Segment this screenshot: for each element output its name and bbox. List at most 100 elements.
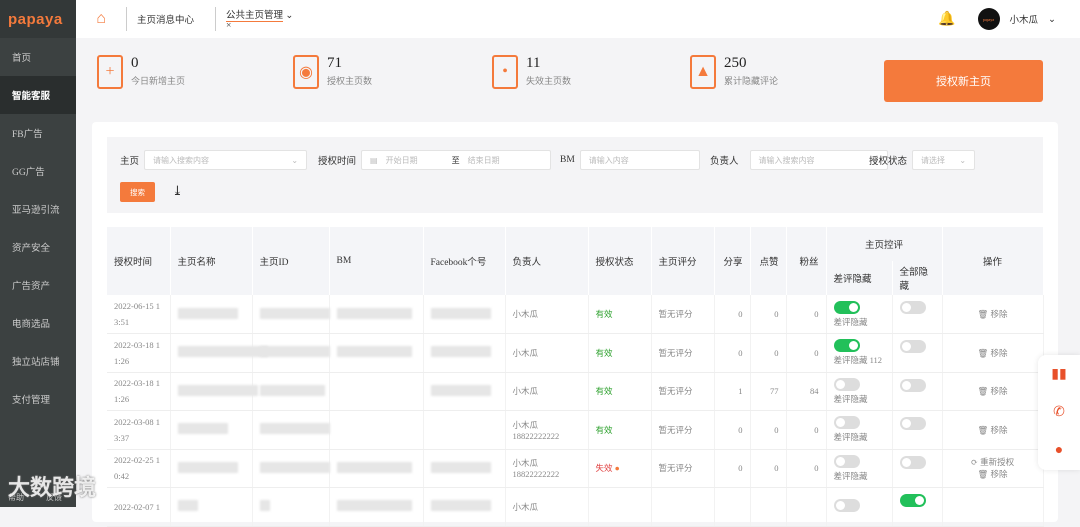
status-select[interactable]: 请选择 ⌄	[912, 150, 976, 170]
col-score: 主页评分	[651, 227, 715, 295]
hide-all-toggle[interactable]	[899, 340, 926, 353]
col-fans: 粉丝	[786, 227, 827, 295]
refresh-icon: ⟳	[970, 457, 978, 468]
remove-button[interactable]: 🗑 移除	[978, 348, 1008, 358]
redacted-value	[430, 384, 491, 396]
like-count: 77	[750, 372, 787, 411]
owner-select[interactable]: 请输入搜索内容 ⌄	[749, 150, 888, 170]
hide-all-toggle[interactable]	[899, 494, 926, 507]
close-icon[interactable]: ×	[226, 21, 231, 31]
redacted-value	[430, 307, 491, 319]
hide-all-toggle[interactable]	[899, 417, 926, 430]
sidebar-item[interactable]: 支付管理	[0, 380, 76, 418]
book-icon[interactable]: ▮▮	[1051, 366, 1066, 383]
remove-button[interactable]: 🗑 移除	[978, 425, 1008, 435]
status-badge: 失效	[595, 463, 613, 474]
toggle-label: 差评隐藏	[833, 470, 868, 481]
date-range-picker[interactable]: ▤ 开始日期至结束日期	[361, 150, 552, 170]
page-score: 暂无评分	[651, 372, 715, 411]
owner-name: 小木瓜	[512, 386, 539, 397]
username[interactable]: 小木瓜	[1010, 12, 1039, 26]
reauthorize-button[interactable]: ⟳ 重新授权	[971, 457, 1014, 467]
table-row: 2022-03-08 13:37 小木瓜 18822222222 有效 暂无评分 …	[107, 410, 1044, 450]
bm-input[interactable]: 请输入内容	[579, 150, 700, 170]
redacted-value	[336, 307, 412, 319]
hide-negative-toggle[interactable]	[833, 454, 860, 468]
share-count: 0	[714, 449, 751, 488]
status-badge: 有效	[595, 386, 613, 397]
hide-negative-toggle[interactable]	[833, 377, 860, 391]
eye-icon: ◉	[293, 55, 319, 89]
end-date-input[interactable]: 结束日期	[468, 155, 500, 166]
page-score: 暂无评分	[651, 333, 715, 373]
col-facebook-account: Facebook个号	[423, 227, 506, 295]
wechat-icon[interactable]: ●	[1055, 443, 1063, 459]
chevron-down-icon: ⌄	[959, 155, 967, 165]
filter-label: 授权状态	[869, 157, 908, 167]
stat-invalid: • 11 失效主页数	[492, 55, 571, 89]
sidebar-item[interactable]: 独立站店铺	[0, 342, 76, 380]
trash-icon: 🗑	[977, 347, 989, 358]
hide-all-toggle[interactable]	[899, 378, 926, 392]
hide-all-toggle[interactable]	[899, 455, 926, 469]
share-count: 0	[714, 333, 751, 373]
brand-logo: papaya	[0, 0, 76, 38]
phone-icon[interactable]: ✆	[1053, 404, 1065, 421]
fans-count: 0	[786, 449, 827, 488]
page-score: 暂无评分	[651, 449, 715, 488]
col-comment-control: 主页控评	[826, 227, 943, 261]
sidebar-item[interactable]: FB广告	[0, 114, 76, 152]
page-search-select[interactable]: 请输入搜索内容 ⌄	[144, 150, 308, 170]
fans-count: 0	[786, 410, 827, 450]
table-row: 2022-03-18 11:26 小木瓜 有效 暂无评分 1 77 84 差评隐…	[107, 372, 1044, 411]
auth-time: 2022-03-18 11:26	[107, 372, 171, 411]
hide-negative-toggle[interactable]	[833, 416, 860, 430]
auth-time: 2022-03-08 13:37	[107, 410, 171, 450]
sidebar-item[interactable]: 智能客服	[0, 76, 76, 114]
status-badge: 有效	[595, 424, 613, 435]
auth-time: 2022-06-15 13:51	[107, 295, 171, 334]
col-owner: 负责人	[505, 227, 589, 295]
placeholder: 请输入搜索内容	[153, 155, 210, 165]
sidebar-item[interactable]: 首页	[0, 38, 76, 76]
stat-label: 失效主页数	[526, 76, 572, 86]
status-badge: 有效	[595, 309, 613, 319]
search-button[interactable]: 搜索	[120, 182, 155, 202]
sidebar-item[interactable]: 亚马逊引流	[0, 190, 76, 228]
col-share: 分享	[714, 227, 751, 295]
tab-public-pages[interactable]: 公共主页管理 ⌄ ×	[216, 7, 304, 31]
home-icon[interactable]: ⌂	[76, 10, 126, 28]
filter-label: 授权时间	[318, 157, 357, 167]
hide-negative-toggle[interactable]	[833, 300, 860, 314]
authorize-new-page-button[interactable]: 授权新主页	[884, 60, 1043, 102]
chevron-down-icon[interactable]: ⌄	[1048, 14, 1056, 25]
remove-button[interactable]: 🗑 移除	[978, 386, 1008, 396]
hide-negative-toggle[interactable]	[833, 499, 860, 513]
toggle-label: 差评隐藏	[833, 393, 868, 404]
action-label: 移除	[990, 386, 1008, 397]
bell-icon[interactable]: 🔔	[938, 11, 955, 28]
like-count: 0	[750, 410, 787, 450]
redacted-value	[259, 461, 330, 473]
download-icon[interactable]: ⤓	[172, 183, 183, 199]
sidebar-item[interactable]: GG广告	[0, 152, 76, 190]
chevron-down-icon[interactable]: ⌄	[285, 11, 293, 21]
remove-button[interactable]: 🗑 移除	[978, 309, 1008, 319]
status-badge: 有效	[595, 347, 613, 358]
hide-all-toggle[interactable]	[899, 301, 926, 314]
hide-negative-toggle[interactable]	[833, 339, 860, 353]
trash-icon: 🗑	[977, 469, 989, 480]
start-date-input[interactable]: 开始日期	[386, 155, 444, 166]
tab-label: 公共主页管理	[226, 11, 284, 22]
toggle-label: 差评隐藏	[833, 316, 868, 327]
sidebar-item[interactable]: 广告资产	[0, 266, 76, 304]
avatar[interactable]: papaya	[977, 8, 1000, 30]
trash-icon: 🗑	[977, 309, 989, 319]
sidebar-item[interactable]: 资产安全	[0, 228, 76, 266]
remove-button[interactable]: 🗑 移除	[978, 469, 1008, 479]
tab-message-center[interactable]: 主页消息中心	[127, 12, 215, 26]
redacted-value	[177, 384, 258, 396]
col-hide-negative: 差评隐藏	[826, 261, 893, 295]
sidebar-item[interactable]: 电商选品	[0, 304, 76, 342]
info-icon[interactable]: ●	[615, 463, 620, 473]
